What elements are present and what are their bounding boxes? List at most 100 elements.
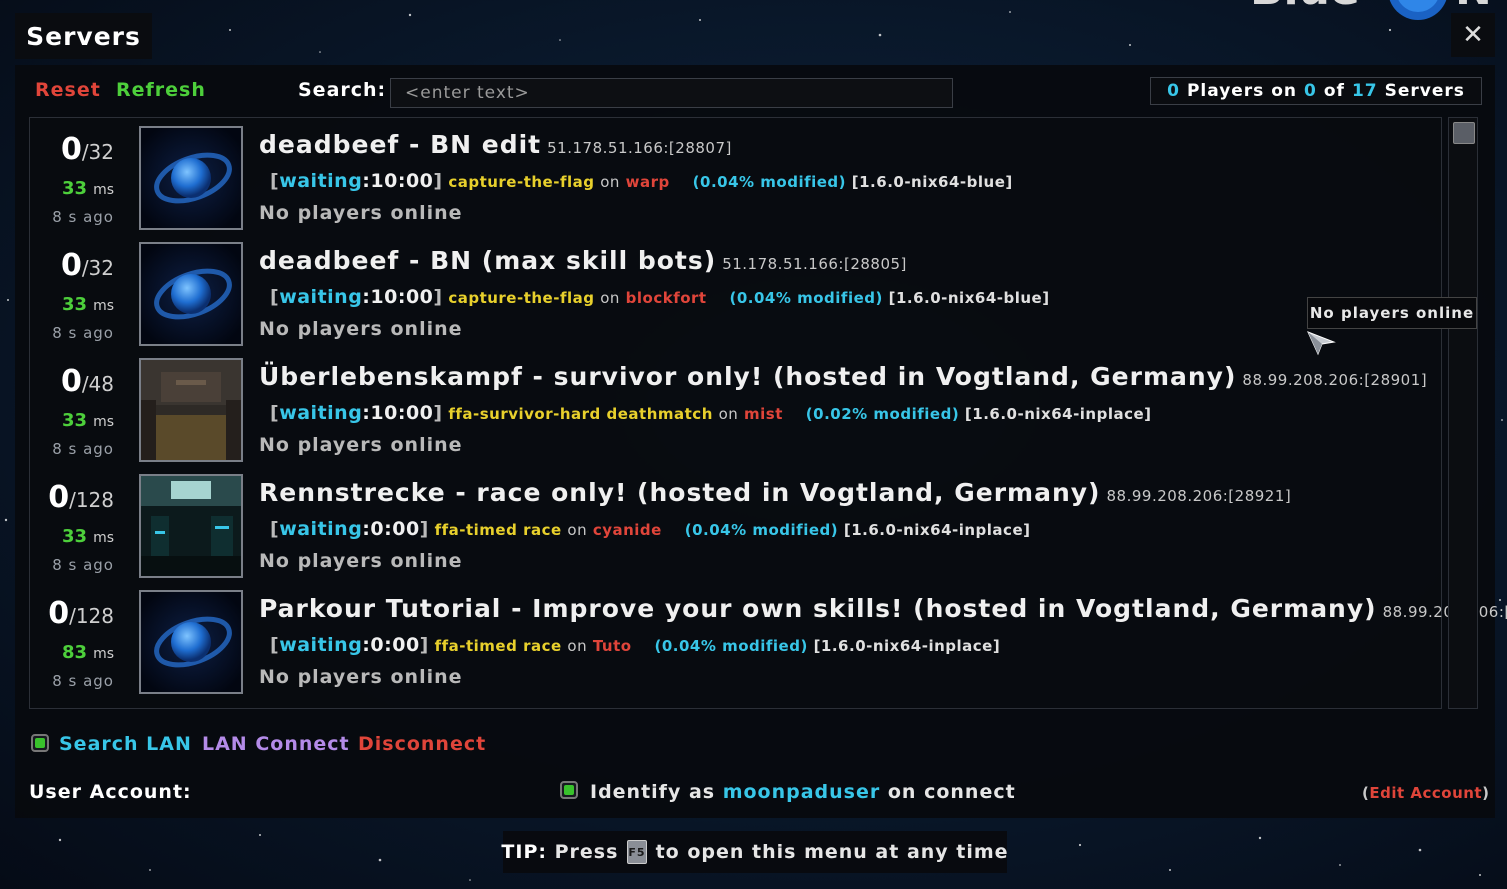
server-name: deadbeef - BN edit 51.178.51.166:[28807] xyxy=(259,130,732,159)
ping-unit: ms xyxy=(93,646,114,662)
identify-suffix: on connect xyxy=(887,781,1016,803)
server-version: [1.6.0-nix64-inplace] xyxy=(964,405,1152,423)
stats-servers-online: 0 xyxy=(1304,81,1317,101)
server-status: waiting xyxy=(279,634,363,656)
map-name: mist xyxy=(744,405,783,423)
modified-percent: 0.04% modified xyxy=(661,637,801,655)
stats-servers-total: 17 xyxy=(1351,81,1378,101)
last-updated: 8 s ago xyxy=(52,440,114,458)
max-players: /128 xyxy=(69,604,114,628)
max-players: /32 xyxy=(81,140,114,164)
player-count: 0/32 xyxy=(30,132,114,167)
refresh-button[interactable]: Refresh xyxy=(116,79,206,101)
players-online-text: No players online xyxy=(259,550,463,572)
close-icon: ✕ xyxy=(1462,20,1484,50)
player-server-stats: 0 Players on 0 of 17 Servers xyxy=(1150,77,1482,105)
ping-value: 33 xyxy=(62,526,88,547)
server-row[interactable]: 0/48 33 ms 8 s ago Überlebenskampf - survivo… xyxy=(30,350,1441,466)
edit-account-link[interactable]: (Edit Account) xyxy=(1362,784,1489,802)
server-title: Rennstrecke - race only! (hosted in Vogt… xyxy=(259,478,1101,507)
on-text: on xyxy=(567,637,588,655)
planet-icon xyxy=(139,242,243,346)
player-count: 0/32 xyxy=(30,248,114,283)
tip-bar: TIP: Press F5 to open this menu at any t… xyxy=(501,831,1009,873)
planet-icon xyxy=(139,590,243,694)
ping-value: 33 xyxy=(62,178,88,199)
map-name: warp xyxy=(625,173,670,191)
players-online-text: No players online xyxy=(259,666,463,688)
server-row[interactable]: 0/128 83 ms 8 s ago Parkour Tutorial - Impro… xyxy=(30,582,1507,698)
reset-button[interactable]: Reset xyxy=(35,79,101,101)
game-mode: ffa-timed race xyxy=(434,521,562,539)
modified-percent: 0.04% modified xyxy=(692,521,831,539)
server-title: deadbeef - BN (max skill bots) xyxy=(259,246,717,275)
server-time: 10:00 xyxy=(370,402,434,424)
server-address: 88.99.208.206:[28921] xyxy=(1106,487,1292,505)
stats-players-text: Players on xyxy=(1186,81,1298,101)
map-cyanide-screenshot xyxy=(139,474,243,578)
tip-press: Press xyxy=(554,841,619,863)
player-count: 0/48 xyxy=(30,364,114,399)
players-online-text: No players online xyxy=(259,202,463,224)
last-updated: 8 s ago xyxy=(52,208,114,226)
map-name: cyanide xyxy=(592,521,662,539)
server-title: Parkour Tutorial - Improve your own skil… xyxy=(259,594,1377,623)
modified-percent: 0.04% modified xyxy=(736,289,876,307)
ping-value: 33 xyxy=(62,294,88,315)
server-title: Überlebenskampf - survivor only! (hosted… xyxy=(259,362,1237,391)
tip-label: TIP: xyxy=(501,841,547,863)
identify-checkbox[interactable] xyxy=(560,781,578,799)
user-account-label: User Account: xyxy=(29,781,192,803)
current-players: 0 xyxy=(48,480,70,515)
identify-prefix: Identify as xyxy=(590,781,716,803)
server-version: [1.6.0-nix64-blue] xyxy=(851,173,1013,191)
on-text: on xyxy=(600,289,620,307)
ping: 33 ms xyxy=(30,410,114,431)
ping-value: 83 xyxy=(62,642,88,663)
server-info: [waiting:0:00] ffa-timed race on Tuto (0… xyxy=(270,634,1001,656)
server-info: [waiting:10:00] ffa-survivor-hard deathm… xyxy=(270,402,1152,424)
identify-text: Identify as moonpaduser on connect xyxy=(590,781,1016,803)
server-list: 0/32 33 ms 8 s ago deadbeef - BN edit 51.178.… xyxy=(29,117,1507,709)
server-version: [1.6.0-nix64-blue] xyxy=(888,289,1050,307)
modified-percent: 0.04% modified xyxy=(700,173,839,191)
server-title: deadbeef - BN edit xyxy=(259,130,542,159)
ping: 33 ms xyxy=(30,526,114,547)
tip-suffix: to open this menu at any time xyxy=(655,841,1009,863)
server-version: [1.6.0-nix64-inplace] xyxy=(843,521,1031,539)
window-title: Servers xyxy=(15,13,152,59)
last-updated: 8 s ago xyxy=(52,324,114,342)
max-players: /32 xyxy=(81,256,114,280)
search-input[interactable] xyxy=(390,78,953,108)
username: moonpaduser xyxy=(722,781,881,803)
close-button[interactable]: ✕ xyxy=(1451,13,1495,57)
server-time: 10:00 xyxy=(370,286,434,308)
players-online-text: No players online xyxy=(259,318,463,340)
server-info: [waiting:0:00] ffa-timed race on cyanide… xyxy=(270,518,1031,540)
server-row[interactable]: 0/32 33 ms 8 s ago deadbeef - BN (max skill … xyxy=(30,234,1441,350)
server-time: 0:00 xyxy=(370,634,420,656)
server-row[interactable]: 0/128 33 ms 8 s ago Rennstrecke - race only!… xyxy=(30,466,1441,582)
server-browser-panel: Reset Refresh Search: 0 Players on 0 of … xyxy=(15,65,1507,818)
game-mode: ffa-survivor-hard deathmatch xyxy=(448,405,713,423)
search-lan-label[interactable]: Search LAN xyxy=(59,733,192,755)
max-players: /48 xyxy=(81,372,114,396)
map-name: Tuto xyxy=(592,637,632,655)
last-updated: 8 s ago xyxy=(52,556,114,574)
server-row[interactable]: 0/32 33 ms 8 s ago deadbeef - BN edit 51.178.… xyxy=(30,118,1441,234)
stats-servers-text: Servers xyxy=(1384,81,1465,101)
mouse-cursor-icon xyxy=(1307,331,1336,356)
server-name: Überlebenskampf - survivor only! (hosted… xyxy=(259,362,1427,391)
server-list-scrollbar[interactable] xyxy=(1448,117,1478,709)
server-time: 0:00 xyxy=(370,518,420,540)
lan-connect-button[interactable]: LAN Connect xyxy=(202,733,350,755)
current-players: 0 xyxy=(60,132,82,167)
ping-unit: ms xyxy=(93,530,114,546)
search-lan-checkbox[interactable] xyxy=(31,734,49,752)
server-status: waiting xyxy=(279,170,363,192)
scrollbar-thumb[interactable] xyxy=(1453,122,1475,144)
on-text: on xyxy=(718,405,739,423)
disconnect-button[interactable]: Disconnect xyxy=(358,733,486,755)
edit-account-label[interactable]: Edit Account xyxy=(1369,784,1482,802)
server-status: waiting xyxy=(279,518,363,540)
